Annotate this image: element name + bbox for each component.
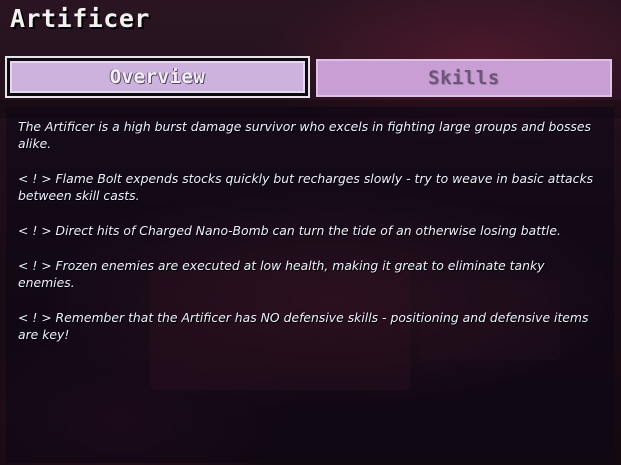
tip-paragraph: < ! > Flame Bolt expends stocks quickly … bbox=[18, 171, 594, 203]
overview-paragraph: The Artificer is a high burst damage sur… bbox=[18, 119, 591, 151]
character-title: Artificer bbox=[10, 4, 150, 33]
tab-overview[interactable]: Overview bbox=[5, 56, 310, 98]
overview-text: The Artificer is a high burst damage sur… bbox=[18, 118, 598, 361]
tip-paragraph: < ! > Remember that the Artificer has NO… bbox=[18, 310, 589, 342]
tab-overview-label: Overview bbox=[10, 61, 305, 93]
tab-skills-label: Skills bbox=[428, 67, 500, 89]
tab-skills[interactable]: Skills bbox=[316, 59, 612, 97]
tip-paragraph: < ! > Frozen enemies are executed at low… bbox=[18, 258, 545, 290]
tip-paragraph: < ! > Direct hits of Charged Nano-Bomb c… bbox=[18, 223, 561, 238]
